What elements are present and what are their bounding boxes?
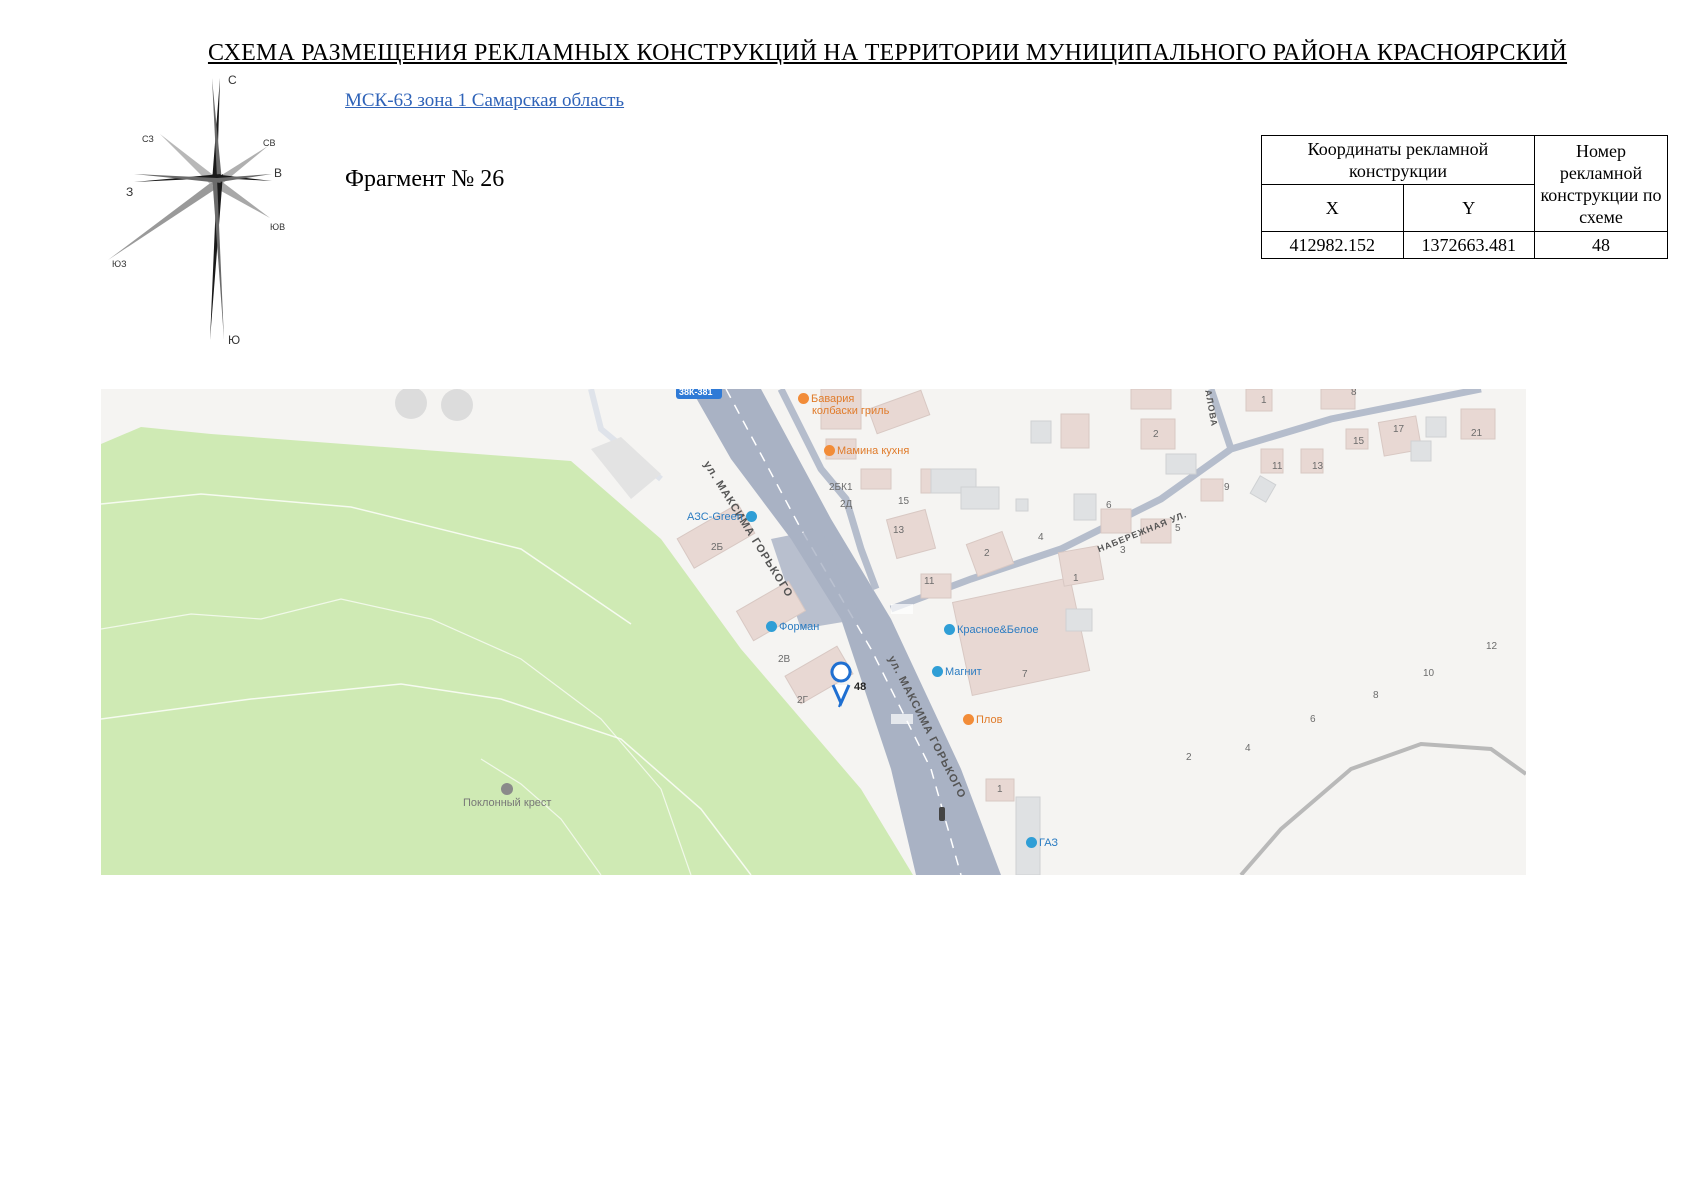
- building-number: 2В: [778, 654, 791, 665]
- poi-magnit[interactable]: Магнит: [932, 666, 982, 678]
- building-number: 4: [1038, 532, 1044, 543]
- compass-s: Ю: [228, 333, 240, 347]
- fragment-title: Фрагмент № 26: [345, 166, 505, 192]
- building-number: 2Д: [840, 499, 853, 510]
- building-number: 2: [1186, 752, 1192, 763]
- poi-krasnoe-beloe[interactable]: Красное&Белое: [944, 624, 1039, 636]
- building-number: 11: [1272, 461, 1283, 472]
- building-number: 3: [1120, 545, 1126, 556]
- y-value: 1372663.481: [1402, 231, 1536, 259]
- crs-link[interactable]: МСК-63 зона 1 Самарская область: [345, 90, 624, 112]
- building-number: 13: [893, 525, 905, 536]
- building-number: 13: [1312, 461, 1324, 472]
- building-number: 2Г: [797, 695, 808, 706]
- building-number: 6: [1106, 500, 1112, 511]
- poi-plov[interactable]: Плов: [963, 714, 1002, 726]
- number-header: Номер рекламной конструкции по схеме: [1534, 135, 1668, 232]
- building-number: 11: [924, 576, 935, 587]
- building-number: 17: [1393, 424, 1405, 435]
- compass-e: В: [274, 166, 282, 180]
- map-fragment[interactable]: 38К-381 ул. МАКСИМА ГОРЬКОГО ул. МАКСИМА…: [101, 389, 1526, 875]
- compass-sw: ЮЗ: [112, 259, 127, 269]
- marker-label[interactable]: 48: [854, 681, 866, 693]
- building-number: 7: [1022, 669, 1028, 680]
- road-badge: 38К-381: [679, 389, 713, 397]
- number-value: 48: [1534, 231, 1668, 259]
- food-icon: [963, 714, 974, 725]
- building-number: 1: [1261, 395, 1267, 406]
- compass-n: С: [228, 73, 237, 87]
- page-title: СХЕМА РАЗМЕЩЕНИЯ РЕКЛАМНЫХ КОНСТРУКЦИЙ Н…: [207, 40, 1568, 66]
- building-number: 1: [1073, 573, 1079, 584]
- building-number: 8: [1373, 690, 1379, 701]
- fuel-icon: [745, 511, 757, 522]
- compass-se: ЮВ: [270, 222, 285, 232]
- shop-icon: [932, 666, 943, 677]
- coordinates-table: Координаты рекламной конструкции Номер р…: [1261, 135, 1668, 259]
- building-number: 4: [1245, 743, 1251, 754]
- poi-gaz[interactable]: ГАЗ: [1026, 837, 1058, 849]
- building-number: 12: [1486, 641, 1498, 652]
- building-number: 15: [898, 496, 910, 507]
- building-number: 2: [1153, 429, 1159, 440]
- coords-header: Координаты рекламной конструкции: [1261, 135, 1535, 185]
- poi-mamina-kuhnya[interactable]: Мамина кухня: [824, 445, 909, 457]
- poi-forman[interactable]: Форман: [766, 621, 819, 633]
- building-number: 15: [1353, 436, 1365, 447]
- fuel-icon: [1026, 837, 1037, 848]
- compass-nw: СЗ: [142, 134, 154, 144]
- food-icon: [798, 393, 809, 404]
- poi-poklonny-krest[interactable]: Поклонный крест: [463, 797, 551, 809]
- building-number: 10: [1423, 668, 1435, 679]
- compass-rose-icon: С СВ В ЮВ Ю ЮЗ З СЗ: [108, 73, 285, 347]
- building-number: 2: [984, 548, 990, 559]
- compass-ne: СВ: [263, 138, 276, 148]
- poi-bavaria[interactable]: Бавария колбаски гриль: [798, 393, 889, 417]
- x-value: 412982.152: [1261, 231, 1404, 259]
- building-number: 5: [1175, 523, 1181, 534]
- compass-w: З: [126, 185, 133, 199]
- y-header: Y: [1402, 184, 1536, 232]
- poi-azs-green[interactable]: АЗС-Green: [687, 511, 759, 523]
- food-icon: [824, 445, 835, 456]
- building-number: 8: [1351, 389, 1357, 398]
- building-number: 1: [997, 784, 1003, 795]
- building-number: 6: [1310, 714, 1316, 725]
- building-number: 2БК1: [829, 482, 853, 493]
- building-number: 2Б: [711, 542, 724, 553]
- shop-icon: [944, 624, 955, 635]
- shop-icon: [766, 621, 777, 632]
- building-number: 21: [1471, 428, 1483, 439]
- building-number: 9: [1224, 482, 1230, 493]
- x-header: X: [1261, 184, 1404, 232]
